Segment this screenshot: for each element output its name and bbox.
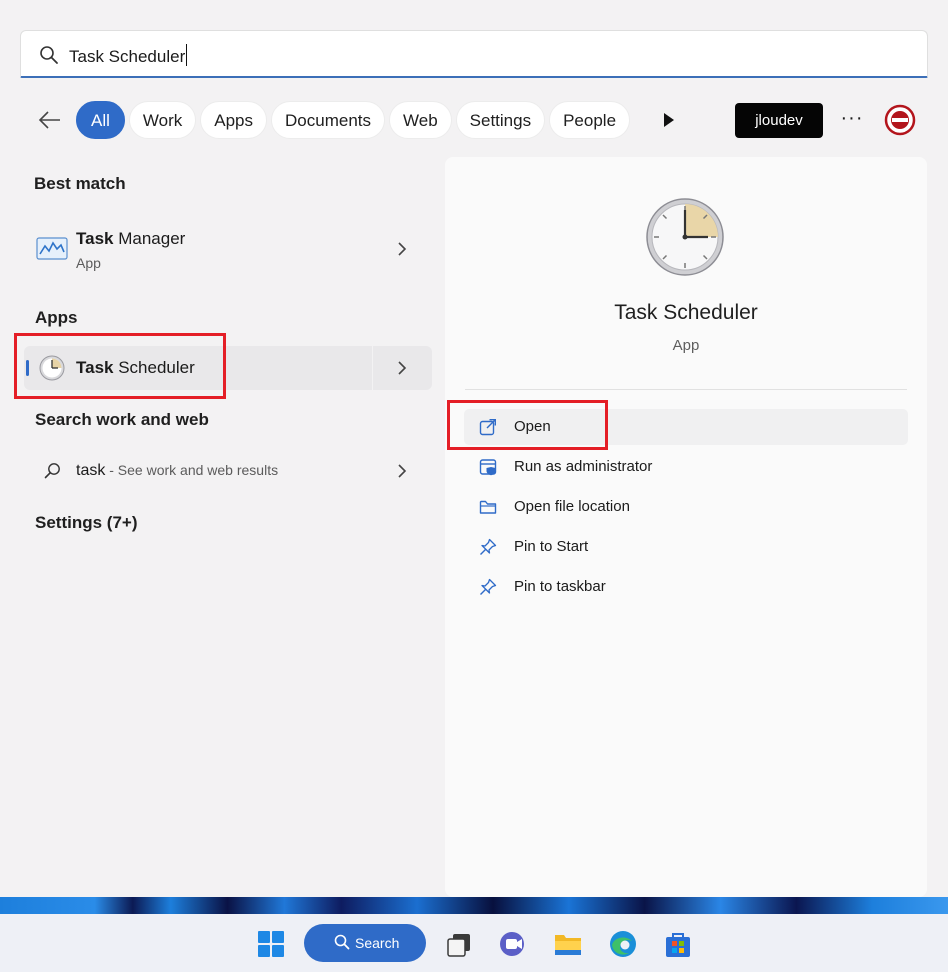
folder-icon [479, 500, 497, 514]
chevron-right-icon[interactable] [396, 463, 408, 479]
filter-chips: All Work Apps Documents Web Settings People [76, 101, 642, 141]
action-open-file-location[interactable]: Open file location [464, 489, 908, 525]
filter-chip-all[interactable]: All [76, 101, 125, 139]
best-match-heading: Best match [34, 174, 126, 193]
pin-icon [480, 538, 497, 555]
row-divider [372, 346, 373, 390]
play-arrow-icon[interactable] [660, 110, 678, 130]
store-icon[interactable] [663, 929, 693, 959]
action-pin-to-start[interactable]: Pin to Start [464, 529, 908, 565]
web-query: task - See work and web results [76, 462, 279, 479]
result-web-search[interactable]: task - See work and web results [24, 452, 432, 490]
chevron-right-icon[interactable] [396, 360, 408, 376]
task-manager-icon [36, 237, 68, 260]
more-options-icon[interactable]: ··· [838, 108, 866, 132]
taskbar: Search [0, 914, 948, 972]
search-box[interactable]: Task Scheduler [20, 30, 928, 78]
edge-icon[interactable] [608, 929, 638, 959]
windows-start-icon[interactable] [256, 929, 286, 959]
taskbar-search-button[interactable]: Search [304, 924, 426, 962]
filter-chip-settings[interactable]: Settings [455, 101, 546, 139]
result-title: Task Manager [76, 229, 186, 248]
task-view-icon[interactable] [444, 929, 474, 959]
filter-chip-work[interactable]: Work [128, 101, 197, 139]
search-web-heading: Search work and web [35, 410, 209, 429]
search-icon [40, 46, 58, 64]
pin-icon [480, 578, 497, 595]
search-query-text: Task Scheduler [69, 47, 186, 66]
search-icon [334, 934, 350, 950]
back-arrow-icon[interactable] [36, 106, 64, 134]
action-pin-to-taskbar[interactable]: Pin to taskbar [464, 569, 908, 605]
action-run-as-admin[interactable]: Run as administrator [464, 449, 908, 485]
filter-chip-web[interactable]: Web [389, 101, 452, 139]
highlight-box-open [447, 400, 608, 450]
account-pill[interactable]: jloudev [735, 103, 823, 138]
filter-chip-documents[interactable]: Documents [271, 101, 385, 139]
search-input[interactable]: Task Scheduler [69, 44, 188, 67]
filter-chip-people[interactable]: People [549, 101, 631, 139]
divider [465, 389, 907, 390]
result-task-manager[interactable]: Task Manager App [24, 222, 432, 276]
avatar[interactable] [884, 104, 916, 136]
settings-heading[interactable]: Settings (7+) [35, 513, 138, 533]
action-label: Pin to taskbar [514, 578, 606, 595]
task-scheduler-clock-icon [646, 198, 724, 276]
preview-panel: Task Scheduler App Open Run as administr… [445, 157, 927, 897]
filter-chip-apps[interactable]: Apps [200, 101, 268, 139]
text-caret [186, 44, 188, 66]
search-icon [44, 463, 60, 479]
result-subtitle: App [76, 255, 101, 271]
preview-subtitle: App [672, 337, 700, 354]
highlight-box-task-scheduler [14, 333, 226, 399]
action-label: Run as administrator [514, 458, 653, 475]
action-label: Pin to Start [514, 538, 589, 555]
preview-title: Task Scheduler [614, 301, 758, 324]
meet-icon[interactable] [498, 929, 528, 959]
file-explorer-icon[interactable] [553, 929, 583, 959]
desktop-wallpaper-strip [0, 897, 948, 914]
shield-admin-icon [479, 459, 497, 476]
taskbar-search-label: Search [355, 935, 400, 951]
chevron-right-icon[interactable] [396, 241, 408, 257]
action-label: Open file location [514, 498, 630, 515]
apps-heading: Apps [35, 308, 78, 327]
